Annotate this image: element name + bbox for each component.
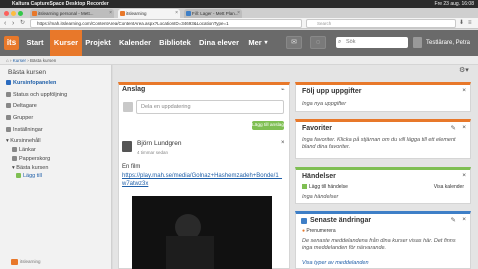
senaste-andringar-text: De senaste meddelandena från dina kurser…	[302, 238, 456, 251]
reload-icon[interactable]: ↻	[20, 19, 25, 28]
search-icon: ⌕	[338, 39, 342, 45]
nav-kurser[interactable]: Kurser	[50, 30, 82, 56]
show-message-types-link[interactable]: Visa typer av meddelanden	[302, 260, 369, 267]
senaste-andringar-panel: Senaste ändringar ✎ × ● Prenumerera De s…	[295, 211, 471, 269]
home-icon[interactable]: ⌂	[6, 58, 9, 63]
browser-tab-1[interactable]: itslearning personal - Mett... ×	[30, 9, 114, 18]
chat-icon[interactable]: ◌	[310, 36, 326, 49]
post-author[interactable]: Björn Lundgren	[137, 140, 181, 147]
sidebar-item-kursinfopanelen[interactable]: Kursinfopanelen	[6, 80, 56, 86]
nav-projekt[interactable]: Projekt	[83, 30, 113, 56]
message-icon[interactable]: ✉	[286, 36, 302, 49]
handelser-empty: Inga händelser	[302, 194, 339, 200]
folj-upp-panel: Följ upp uppgifter × Inga nya uppgifter	[295, 82, 471, 112]
close-tab-icon[interactable]: ×	[175, 9, 178, 18]
forward-icon[interactable]: ›	[12, 19, 14, 28]
favoriter-title: Favoriter	[302, 125, 332, 132]
add-event-button[interactable]: Lägg till händelse	[302, 184, 348, 190]
browser-search-field[interactable]: Search	[306, 19, 456, 28]
nav-kalender[interactable]: Kalender	[117, 30, 153, 56]
sidebar-item-deltagare[interactable]: Deltagare	[6, 103, 37, 109]
close-panel-icon[interactable]: ×	[462, 172, 466, 179]
minimize-window-icon[interactable]	[11, 11, 16, 16]
close-panel-icon[interactable]: ×	[462, 216, 466, 223]
maximize-window-icon[interactable]	[18, 11, 23, 16]
edit-icon[interactable]: ✎	[451, 216, 456, 224]
footer-text: itslearning	[20, 259, 41, 264]
folj-upp-title: Följ upp uppgifter	[302, 88, 362, 95]
search-input[interactable]: ⌕ Sök	[336, 37, 408, 48]
browser-tab-2[interactable]: itslearning ×	[118, 9, 180, 18]
favicon-icon	[32, 11, 37, 16]
close-panel-icon[interactable]: ×	[462, 87, 466, 94]
sidebar-add-button[interactable]: Lägg till	[16, 173, 42, 179]
sidebar-item-basta-kursen[interactable]: ▾ Bästa kursen	[12, 165, 48, 171]
sidebar-item-grupper[interactable]: Grupper	[6, 115, 33, 121]
sidebar-item-installningar[interactable]: Inställningar	[6, 127, 43, 133]
subscribe-button[interactable]: ● Prenumerera	[302, 228, 336, 234]
user-avatar[interactable]	[413, 37, 422, 48]
itslearning-logo[interactable]: its	[4, 36, 19, 50]
show-calendar-link[interactable]: Visa kalender	[434, 184, 464, 190]
handelser-panel: Händelser × Lägg till händelse Visa kale…	[295, 167, 471, 204]
nav-dina-elever[interactable]: Dina elever	[197, 30, 241, 56]
speaker-body	[166, 236, 214, 269]
sidebar-item-status[interactable]: Status och uppföljning	[6, 92, 67, 98]
dashboard-icon	[6, 80, 11, 85]
post-body: En film	[122, 164, 141, 170]
add-icon	[16, 173, 21, 178]
author-avatar	[122, 141, 132, 152]
post-time: 4 timmar sedan	[137, 150, 169, 155]
nav-start[interactable]: Start	[22, 30, 48, 56]
groups-icon	[6, 115, 11, 120]
favicon-icon	[186, 11, 191, 16]
close-tab-icon[interactable]: ×	[237, 9, 240, 18]
sidebar-item-kursinnehall[interactable]: ▾ Kursinnehåll	[6, 138, 41, 144]
browser-tab-3[interactable]: Fill: Lager - Mett Plan... ×	[184, 9, 242, 18]
update-input[interactable]: Dela en uppdatering	[136, 100, 284, 114]
itslearning-footer-logo	[11, 259, 18, 265]
edit-icon[interactable]: ✎	[451, 124, 456, 132]
trash-icon	[12, 156, 17, 161]
participants-icon	[6, 103, 11, 108]
post-announcement-button[interactable]: Lägg till anslag	[252, 121, 284, 130]
favoriter-panel: Favoriter ✎ × Inga favoriter. Klicka på …	[295, 119, 471, 159]
menubar-clock: Fre 23 aug. 16:08	[434, 1, 474, 7]
nav-bibliotek[interactable]: Bibliotek	[156, 30, 194, 56]
url-field[interactable]: https://mah.itslearning.com/ContentArea/…	[30, 19, 302, 28]
chevron-down-icon[interactable]: ▾	[262, 30, 270, 56]
menubar-app-name: Kaltura CaptureSpace Desktop Recorder	[12, 1, 109, 7]
senaste-andringar-title: Senaste ändringar	[310, 217, 372, 224]
news-icon	[301, 218, 307, 224]
close-panel-icon[interactable]: ×	[462, 124, 466, 131]
sidebar-item-papperskorg[interactable]: Papperskorg	[12, 156, 50, 162]
handelser-title: Händelser	[302, 173, 336, 180]
close-window-icon[interactable]	[4, 11, 9, 16]
settings-icon	[6, 127, 11, 132]
add-icon	[302, 184, 307, 189]
menu-icon[interactable]: ≡	[468, 19, 472, 28]
user-avatar-small	[123, 102, 133, 112]
user-name[interactable]: Testlärare, Petra	[426, 30, 470, 56]
menubar: Kaltura CaptureSpace Desktop Recorder Fr…	[0, 0, 478, 8]
close-post-icon[interactable]: ×	[281, 140, 285, 146]
back-icon[interactable]: ‹	[4, 19, 6, 28]
favoriter-text: Inga favoriter. Klicka på stjärnan om du…	[302, 137, 456, 150]
gear-icon[interactable]: ⚙▾	[459, 66, 469, 74]
video-player[interactable]	[132, 196, 272, 269]
anslag-title: Anslag	[122, 86, 146, 93]
folj-upp-empty: Inga nya uppgifter	[302, 101, 347, 107]
sidebar-title: Bästa kursen	[8, 69, 46, 76]
breadcrumb-kurser[interactable]: Kurser	[13, 58, 26, 63]
post-link[interactable]: https://play.mah.se/media/Golnaz+Hashemz…	[122, 172, 286, 188]
download-icon[interactable]: ⬇	[459, 19, 464, 28]
close-tab-icon[interactable]: ×	[109, 9, 112, 18]
sidebar-item-lankar[interactable]: Länkar	[12, 147, 36, 153]
breadcrumb: ⌂ › Kurser › Bästa kursen	[0, 56, 478, 65]
breadcrumb-basta-kursen[interactable]: Bästa kursen	[30, 58, 56, 63]
favicon-icon	[120, 11, 125, 16]
link-icon	[12, 147, 17, 152]
status-icon	[6, 92, 11, 97]
rss-icon[interactable]: ⌁	[281, 86, 285, 93]
